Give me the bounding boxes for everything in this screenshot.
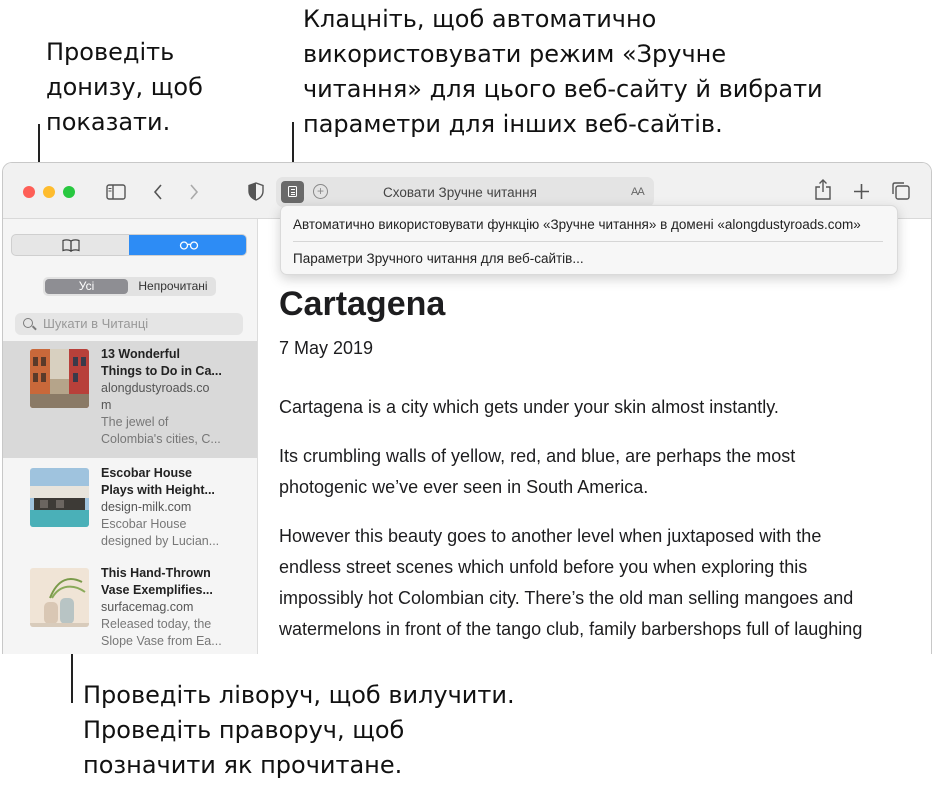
callout-swipe-down: Проведіть донизу, щоб показати. — [46, 35, 203, 140]
share-icon[interactable] — [814, 179, 832, 201]
paragraph-line: endless street scenes which unfold befor… — [279, 557, 808, 577]
zoom-window-button[interactable] — [63, 186, 75, 198]
book-icon — [61, 239, 80, 253]
item-text: 13 Wonderful Things to Do in Ca... along… — [101, 346, 241, 448]
callout-line: Проведіть — [46, 38, 175, 66]
close-window-button[interactable] — [23, 186, 35, 198]
item-title: Things to Do in Ca... — [101, 364, 222, 378]
item-excerpt: The jewel of — [101, 415, 169, 429]
menu-item-auto-reader[interactable]: Автоматично використовувати функцію «Зру… — [293, 217, 861, 232]
callout-swipe-left: Проведіть ліворуч, щоб вилучити. Проведі… — [83, 678, 515, 783]
read-filter-control: Усі Непрочитані — [43, 277, 216, 296]
item-excerpt: designed by Lucian... — [101, 534, 220, 548]
article-date: 7 May 2019 — [279, 338, 374, 358]
callout-line: параметри для інших веб-сайтів. — [303, 110, 723, 138]
item-excerpt: Released today, the — [101, 617, 212, 631]
item-title: Vase Exemplifies... — [101, 583, 213, 597]
paragraph-line: Its crumbling walls of yellow, red, and … — [279, 446, 796, 466]
reader-doc-icon — [288, 186, 297, 197]
sidebar-tab-switcher — [11, 234, 247, 256]
article-paragraph: Its crumbling walls of yellow, red, and … — [279, 441, 919, 503]
tab-bookmarks[interactable] — [12, 235, 129, 255]
menu-item-reader-settings[interactable]: Параметри Зручного читання для веб-сайті… — [293, 251, 584, 266]
item-domain: surfacemag.com — [101, 600, 194, 614]
reading-list-search-field[interactable]: Шукати в Читанці — [15, 313, 243, 335]
filter-unread-button[interactable]: Непрочитані — [130, 277, 216, 296]
item-domain: alongdustyroads.co — [101, 381, 210, 395]
item-title: This Hand-Thrown — [101, 566, 211, 580]
address-bar[interactable]: + Сховати Зручне читання AA — [276, 177, 654, 207]
menu-separator — [293, 241, 883, 242]
article-thumbnail — [30, 468, 89, 527]
item-domain: design-milk.com — [101, 500, 192, 514]
article-title: Cartagena — [279, 285, 446, 323]
paragraph-line: impossibly hot Colombian city. There’s t… — [279, 588, 854, 608]
article-paragraph: Cartagena is a city which gets under you… — [279, 392, 919, 423]
item-title: Plays with Height... — [101, 483, 215, 497]
callout-line: Проведіть праворуч, щоб — [83, 716, 405, 744]
paragraph-line: photogenic we’ve ever seen in South Amer… — [279, 477, 649, 497]
article-thumbnail — [30, 349, 89, 408]
back-chevron-icon[interactable] — [152, 183, 164, 201]
address-bar-text[interactable]: Сховати Зручне читання — [383, 185, 537, 200]
text-size-button[interactable]: AA — [631, 186, 645, 198]
tab-reading-list[interactable] — [129, 235, 246, 255]
search-placeholder: Шукати в Читанці — [43, 316, 149, 331]
callout-reader-click: Клацніть, щоб автоматично використовуват… — [303, 2, 823, 142]
item-excerpt: Slope Vase from Ea... — [101, 634, 222, 648]
callout-line: використовувати режим «Зручне — [303, 40, 727, 68]
item-title: 13 Wonderful — [101, 347, 180, 361]
item-title: Escobar House — [101, 466, 193, 480]
callout-line: Клацніть, щоб автоматично — [303, 5, 657, 33]
article-thumbnail — [30, 568, 89, 627]
reader-options-menu: Автоматично використовувати функцію «Зру… — [280, 205, 898, 275]
paragraph-line: watermelons in front of the tango club, … — [279, 619, 863, 639]
item-text: This Hand-Thrown Vase Exemplifies... sur… — [101, 565, 241, 650]
reading-list-item[interactable]: Escobar House Plays with Height... desig… — [3, 460, 257, 560]
sidebar-toggle-icon[interactable] — [106, 184, 126, 200]
minimize-window-button[interactable] — [43, 186, 55, 198]
callout-line: донизу, щоб — [46, 73, 203, 101]
item-domain: m — [101, 398, 112, 412]
item-excerpt: Colombia's cities, C... — [101, 432, 221, 446]
item-text: Escobar House Plays with Height... desig… — [101, 465, 241, 550]
reader-view-button[interactable] — [281, 181, 304, 203]
reader-article: Cartagena 7 May 2019 Cartagena is a city… — [258, 219, 931, 654]
tab-overview-icon[interactable] — [891, 181, 911, 201]
article-paragraph: However this beauty goes to another leve… — [279, 521, 919, 645]
paragraph-line: However this beauty goes to another leve… — [279, 526, 822, 546]
reading-list-item[interactable]: 13 Wonderful Things to Do in Ca... along… — [3, 341, 257, 458]
glasses-icon — [179, 241, 198, 250]
callout-line: позначити як прочитане. — [83, 751, 403, 779]
add-page-icon[interactable]: + — [313, 184, 328, 199]
filter-all-button[interactable]: Усі — [45, 279, 128, 294]
reading-list-sidebar: Усі Непрочитані Шукати в Читанці 13 Wond… — [3, 219, 258, 654]
new-tab-icon[interactable] — [853, 183, 870, 200]
callout-line: показати. — [46, 108, 171, 136]
paragraph-line: Cartagena is a city which gets under you… — [279, 397, 779, 417]
item-excerpt: Escobar House — [101, 517, 187, 531]
callout-line: читання» для цього веб-сайту й вибрати — [303, 75, 823, 103]
reading-list-item[interactable]: This Hand-Thrown Vase Exemplifies... sur… — [3, 560, 257, 654]
forward-chevron-icon[interactable] — [188, 183, 200, 201]
search-icon — [23, 318, 33, 328]
callout-line: Проведіть ліворуч, щоб вилучити. — [83, 681, 515, 709]
privacy-shield-icon[interactable] — [248, 182, 264, 201]
